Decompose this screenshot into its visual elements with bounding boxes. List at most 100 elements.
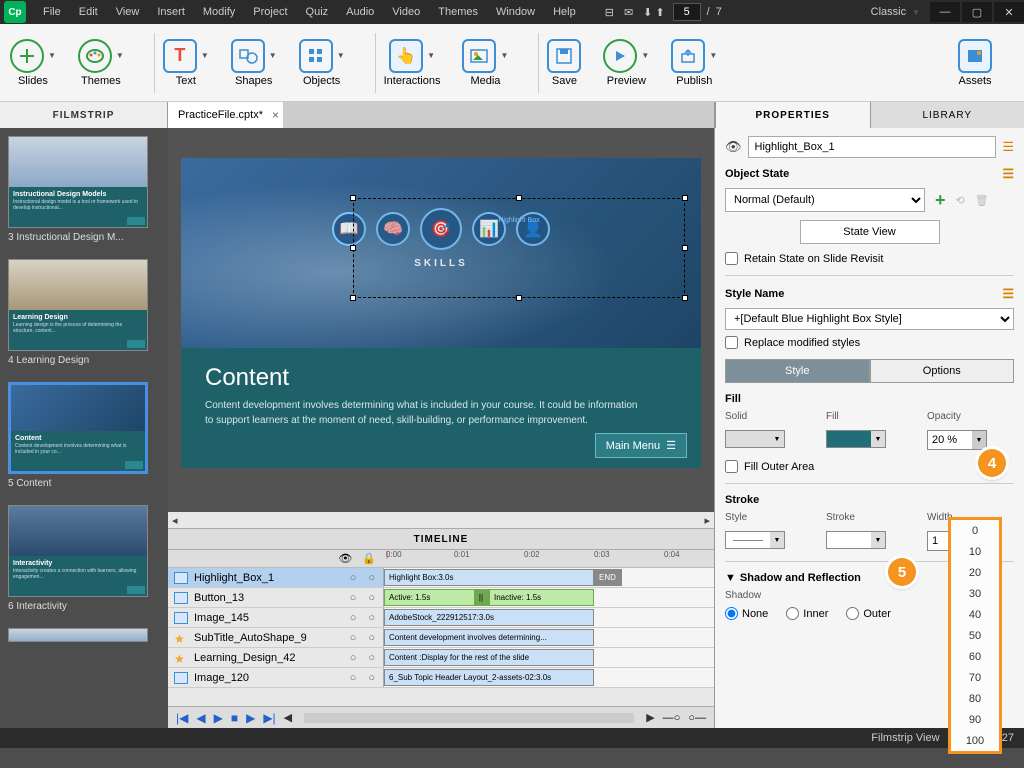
- tl-prev-icon[interactable]: ◀: [196, 711, 205, 725]
- ribbon-preview[interactable]: ▼ Preview: [603, 39, 649, 87]
- ribbon-slides[interactable]: ▼ Slides: [10, 39, 56, 87]
- object-state-select[interactable]: Normal (Default): [725, 188, 925, 212]
- stroke-label: Stroke: [725, 494, 759, 506]
- down-up-icon[interactable]: ⬇ ⬆: [643, 6, 665, 19]
- tl-next-icon[interactable]: ▶: [246, 711, 255, 725]
- menu-project[interactable]: Project: [244, 0, 296, 24]
- style-subtab[interactable]: Style: [725, 359, 870, 383]
- menu-edit[interactable]: Edit: [70, 0, 107, 24]
- object-name-input[interactable]: [748, 136, 997, 158]
- opacity-option[interactable]: 30: [951, 583, 999, 604]
- panel-menu-icon[interactable]: ☰: [1002, 166, 1014, 182]
- menu-insert[interactable]: Insert: [148, 0, 194, 24]
- shadow-inner-radio[interactable]: Inner: [786, 607, 828, 620]
- thumb-5[interactable]: ContentContent development involves dete…: [8, 382, 148, 489]
- ribbon-shapes[interactable]: ▼ Shapes: [231, 39, 277, 87]
- tl-first-icon[interactable]: |◀: [176, 711, 188, 725]
- current-page-input[interactable]: [673, 3, 701, 21]
- lock-icon[interactable]: 🔒: [362, 552, 376, 565]
- ribbon-themes[interactable]: ▼ Themes: [78, 39, 124, 87]
- timeline-row-button[interactable]: Button_13○○ Active: 1.5s||Inactive: 1.5s: [168, 588, 714, 608]
- ribbon-save[interactable]: Save: [547, 39, 581, 87]
- ribbon-objects[interactable]: ▼ Objects: [299, 39, 345, 87]
- reset-state-icon[interactable]: ⟲: [956, 194, 965, 207]
- menu-file[interactable]: File: [34, 0, 70, 24]
- tl-zoom-in-icon[interactable]: ○—: [688, 712, 706, 724]
- style-name-select[interactable]: +[Default Blue Highlight Box Style]: [725, 308, 1014, 330]
- fill-swatch[interactable]: ▼: [826, 430, 886, 448]
- menu-help[interactable]: Help: [544, 0, 585, 24]
- shadow-outer-radio[interactable]: Outer: [846, 607, 891, 620]
- record-icon[interactable]: ⊟: [605, 6, 614, 19]
- filmstrip-list[interactable]: Instructional Design ModelsInstructional…: [0, 128, 168, 728]
- tl-play-icon[interactable]: ▶: [214, 711, 223, 725]
- horizontal-scrollbar[interactable]: ◂▸: [168, 512, 714, 528]
- menu-themes[interactable]: Themes: [429, 0, 487, 24]
- timeline-row-learning-design[interactable]: ★Learning_Design_42○○ Content :Display f…: [168, 648, 714, 668]
- workspace-dropdown[interactable]: Classic▼: [871, 6, 920, 18]
- close-button[interactable]: ✕: [994, 2, 1024, 22]
- canvas[interactable]: 📖 🧠 🎯 📊 👤 SKILLS Highlight Box Content: [168, 128, 714, 512]
- menu-view[interactable]: View: [107, 0, 149, 24]
- timeline-row-highlight-box[interactable]: Highlight_Box_1○○ Highlight Box:3.0sEND: [168, 568, 714, 588]
- panel-menu-icon[interactable]: ☰: [1002, 139, 1014, 155]
- tl-last-icon[interactable]: ▶|: [263, 711, 275, 725]
- timeline-row-image-120[interactable]: Image_120○○ 6_Sub Topic Header Layout_2-…: [168, 668, 714, 688]
- timeline-row-subtitle[interactable]: ★SubTitle_AutoShape_9○○ Content developm…: [168, 628, 714, 648]
- thumb-4[interactable]: Learning DesignLearning design is the pr…: [8, 259, 148, 366]
- menu-modify[interactable]: Modify: [194, 0, 244, 24]
- tl-zoom-out-icon[interactable]: —○: [663, 712, 681, 724]
- main-menu-button[interactable]: Main Menu☰: [595, 433, 687, 458]
- delete-state-icon[interactable]: 🗑: [975, 194, 989, 207]
- opacity-option[interactable]: 100: [951, 730, 999, 751]
- ribbon-assets[interactable]: Assets: [958, 39, 992, 87]
- mail-icon[interactable]: ✉: [624, 6, 633, 19]
- retain-state-checkbox[interactable]: [725, 252, 738, 265]
- opacity-option[interactable]: 40: [951, 604, 999, 625]
- highlight-box[interactable]: Highlight Box: [353, 198, 685, 298]
- maximize-button[interactable]: ▢: [962, 2, 992, 22]
- slide-content-area: Content Content development involves det…: [181, 348, 701, 468]
- stroke-style-select[interactable]: ▼: [725, 531, 785, 549]
- menu-window[interactable]: Window: [487, 0, 544, 24]
- opacity-option[interactable]: 90: [951, 709, 999, 730]
- options-subtab[interactable]: Options: [870, 359, 1015, 383]
- ribbon-text[interactable]: T▼ Text: [163, 39, 209, 87]
- add-state-icon[interactable]: +: [935, 190, 946, 211]
- solid-swatch[interactable]: ▼: [725, 430, 785, 448]
- ribbon-media[interactable]: ▼ Media: [462, 39, 508, 87]
- opacity-option[interactable]: 50: [951, 625, 999, 646]
- fill-outer-checkbox[interactable]: [725, 460, 738, 473]
- ribbon-publish[interactable]: ▼ Publish: [671, 39, 717, 87]
- shadow-none-radio[interactable]: None: [725, 607, 768, 620]
- menu-video[interactable]: Video: [383, 0, 429, 24]
- thumb-6[interactable]: InteractivityInteractivity creates a con…: [8, 505, 148, 612]
- state-view-button[interactable]: State View: [800, 220, 940, 244]
- timeline-row-image[interactable]: Image_145○○ AdobeStock_222912517:3.0s: [168, 608, 714, 628]
- menu-quiz[interactable]: Quiz: [297, 0, 338, 24]
- document-tab[interactable]: PracticeFile.cptx* ×: [168, 102, 283, 128]
- tl-stop-icon[interactable]: ■: [231, 711, 238, 725]
- opacity-option[interactable]: 0: [951, 520, 999, 541]
- thumb-3[interactable]: Instructional Design ModelsInstructional…: [8, 136, 148, 243]
- menu-audio[interactable]: Audio: [337, 0, 383, 24]
- opacity-option[interactable]: 20: [951, 562, 999, 583]
- visibility-icon[interactable]: 👁: [725, 139, 742, 155]
- thumb-7[interactable]: [8, 628, 148, 642]
- opacity-option[interactable]: 80: [951, 688, 999, 709]
- tab-library[interactable]: LIBRARY: [870, 102, 1024, 128]
- timeline-ruler[interactable]: | 0:00 0:01 0:02 0:03 0:04: [384, 550, 714, 568]
- minimize-button[interactable]: —: [930, 2, 960, 22]
- opacity-option[interactable]: 60: [951, 646, 999, 667]
- tab-close-icon[interactable]: ×: [272, 108, 279, 122]
- ribbon-interactions[interactable]: 👆▼ Interactions: [384, 39, 441, 87]
- tab-properties[interactable]: PROPERTIES: [715, 102, 870, 128]
- opacity-option[interactable]: 10: [951, 541, 999, 562]
- style-name-label: Style Name: [725, 288, 784, 300]
- opacity-input[interactable]: 20 %▼: [927, 430, 987, 450]
- eye-icon[interactable]: 👁: [338, 552, 352, 565]
- stroke-color-swatch[interactable]: ▼: [826, 531, 886, 549]
- opacity-option[interactable]: 70: [951, 667, 999, 688]
- replace-styles-checkbox[interactable]: [725, 336, 738, 349]
- panel-menu-icon[interactable]: ☰: [1002, 286, 1014, 302]
